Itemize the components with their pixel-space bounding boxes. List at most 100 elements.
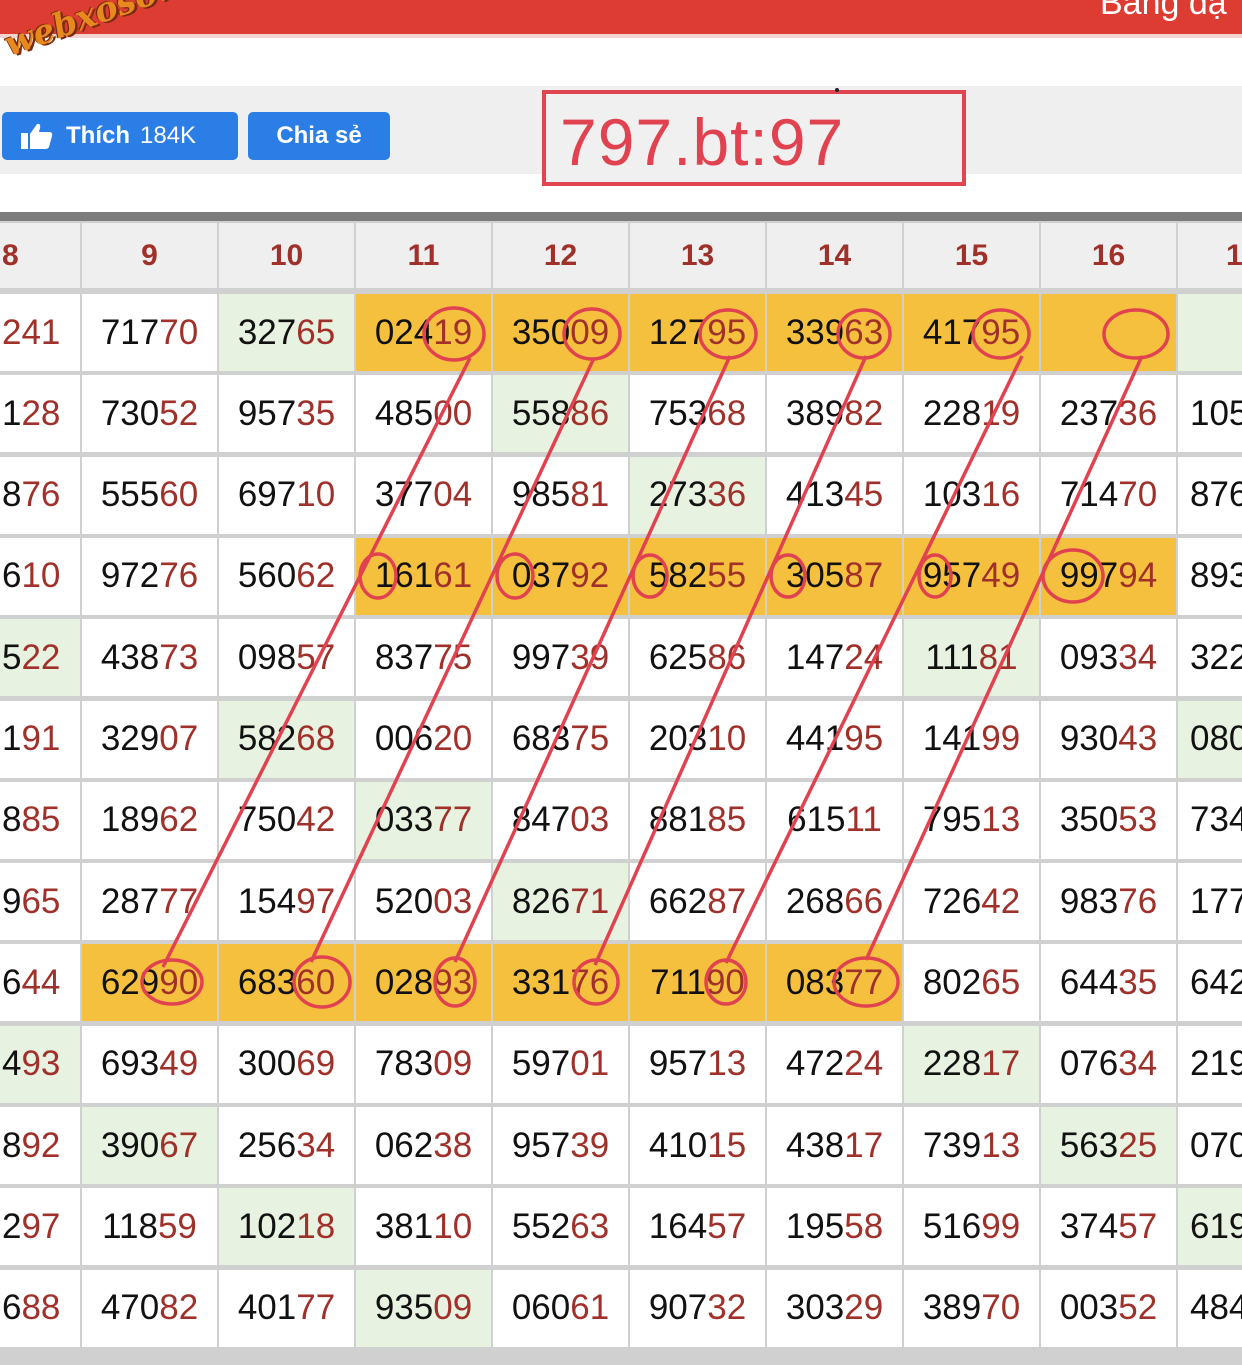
table-cell: 141 99 [904, 700, 1039, 778]
cell-prefix-digits: 485 [374, 393, 434, 433]
column-header[interactable]: 15 [904, 223, 1039, 288]
cell-last-digits: 87 [844, 556, 884, 596]
cell-prefix-digits: 024 [374, 312, 434, 352]
cell-last-digits: 55 [707, 556, 747, 596]
cell-prefix-digits: 339 [785, 312, 845, 352]
table-cell: 062 38 [356, 1107, 491, 1184]
table-cell: 997 94 [1041, 537, 1176, 615]
thumbs-up-icon [21, 123, 53, 149]
cell-prefix-digits: 876 [1190, 475, 1242, 515]
cell-prefix-digits: 219 [1190, 1044, 1242, 1084]
cell-last-digits: 24 [844, 1044, 884, 1084]
column-header[interactable]: 16 [1041, 223, 1176, 288]
cell-last-digits: 17 [844, 1125, 884, 1165]
cell-last-digits: 82 [159, 1288, 199, 1328]
column-header[interactable]: 13 [630, 223, 765, 288]
cell-prefix-digits: 644 [1059, 962, 1119, 1002]
table-cell: 582 68 [219, 700, 354, 778]
cell-last-digits: 68 [296, 719, 336, 758]
table-cell: 389 82 [767, 375, 902, 453]
cell-last-digits: 29 [844, 1288, 884, 1328]
cell-prefix-digits: 141 [922, 719, 982, 758]
cell-prefix-digits: 350 [511, 312, 571, 352]
table-cell: 5 22 [0, 619, 80, 697]
column-header[interactable]: 11 [356, 223, 491, 288]
table-cell: 377 04 [356, 456, 491, 534]
cell-last-digits: 28 [21, 393, 61, 433]
table-cell: 028 93 [356, 944, 491, 1022]
table-cell: 076 34 [1041, 1025, 1176, 1103]
cell-last-digits: 87 [707, 881, 747, 921]
cell-last-digits: 49 [981, 556, 1021, 596]
cell-last-digits: 09 [433, 1288, 473, 1328]
cell-last-digits: 11 [845, 800, 882, 840]
cell-last-digits: 38 [433, 1125, 473, 1165]
table-cell: 629 90 [82, 944, 217, 1022]
like-button[interactable]: Thích 184K [2, 112, 238, 160]
cell-last-digits: 69 [296, 1044, 336, 1084]
table-cell: 410 15 [630, 1107, 765, 1184]
cell-prefix-digits: 4 [2, 1044, 22, 1084]
cell-prefix-digits: 300 [237, 1044, 297, 1084]
cell-prefix-digits: 154 [237, 881, 297, 921]
table-cell: 303 29 [767, 1269, 902, 1347]
cell-last-digits: 42 [981, 881, 1021, 921]
table-cell: 305 87 [767, 537, 902, 615]
cell-last-digits: 13 [981, 800, 1021, 840]
column-header[interactable]: 1 [1178, 223, 1242, 288]
cell-prefix-digits: 076 [1059, 1044, 1119, 1084]
cell-prefix-digits: 037 [511, 556, 571, 596]
cell-last-digits: 32 [707, 1288, 747, 1328]
column-header[interactable]: 8 [0, 223, 80, 288]
cell-prefix-digits: 438 [785, 1125, 845, 1165]
cell-last-digits: 63 [570, 1206, 610, 1246]
column-header[interactable]: 10 [219, 223, 354, 288]
cell-last-digits: 39 [570, 1125, 610, 1165]
header-title: Bảng đặ [1100, 0, 1227, 22]
table-cell: 802 65 [904, 944, 1039, 1022]
cell-prefix-digits: 237 [1059, 393, 1119, 433]
cell-last-digits: 60 [159, 475, 199, 515]
table-cell: 118 59 [82, 1188, 217, 1266]
table-cell: 783 09 [356, 1025, 491, 1103]
cell-prefix-digits: 893 [1190, 556, 1242, 596]
cell-prefix-digits: 098 [237, 637, 297, 677]
cell-last-digits: 77 [296, 1288, 336, 1328]
cell-prefix-digits: 417 [922, 312, 982, 352]
table-cell: 472 24 [767, 1025, 902, 1103]
table-cell: 683 60 [219, 944, 354, 1022]
table-cell: 893 [1178, 537, 1242, 615]
cell-prefix-digits: 560 [237, 556, 297, 596]
cell-last-digits: 03 [433, 881, 473, 921]
cell-last-digits: 95 [707, 312, 747, 352]
cell-prefix-digits: 552 [511, 1206, 571, 1246]
cell-prefix-digits: 028 [374, 962, 434, 1002]
cell-last-digits: 76 [159, 556, 199, 596]
cell-prefix-digits: 470 [100, 1288, 160, 1328]
table-cell: 241 [0, 294, 80, 371]
cell-last-digits: 59 [157, 1206, 197, 1246]
cell-last-digits: 63 [844, 312, 884, 352]
cell-prefix-digits: 062 [374, 1125, 434, 1165]
table-cell: 619 [1178, 1188, 1242, 1266]
share-button[interactable]: Chia sẻ [248, 112, 390, 160]
cell-prefix-digits: 8 [2, 1125, 22, 1165]
column-header[interactable]: 14 [767, 223, 902, 288]
column-header[interactable]: 12 [493, 223, 628, 288]
cell-prefix-digits: 327 [237, 312, 297, 352]
cell-last-digits: 10 [707, 719, 747, 758]
column-header[interactable]: 9 [82, 223, 217, 288]
table-cell: 331 76 [493, 944, 628, 1022]
cell-last-digits: 17 [981, 1044, 1021, 1084]
cell-prefix-digits: 161 [374, 556, 434, 596]
table-cell: 080 [1178, 700, 1242, 778]
table-cell: 697 10 [219, 456, 354, 534]
cell-prefix-digits: 582 [237, 719, 297, 758]
cell-prefix-digits: 997 [1059, 556, 1119, 596]
cell-last-digits: 03 [570, 800, 610, 840]
table-cell: 381 10 [356, 1188, 491, 1266]
cell-prefix-digits: 739 [922, 1125, 982, 1165]
cell-prefix-digits: 303 [785, 1288, 845, 1328]
cell-last-digits: 00 [433, 393, 473, 433]
table-cell: 983 76 [1041, 863, 1176, 941]
